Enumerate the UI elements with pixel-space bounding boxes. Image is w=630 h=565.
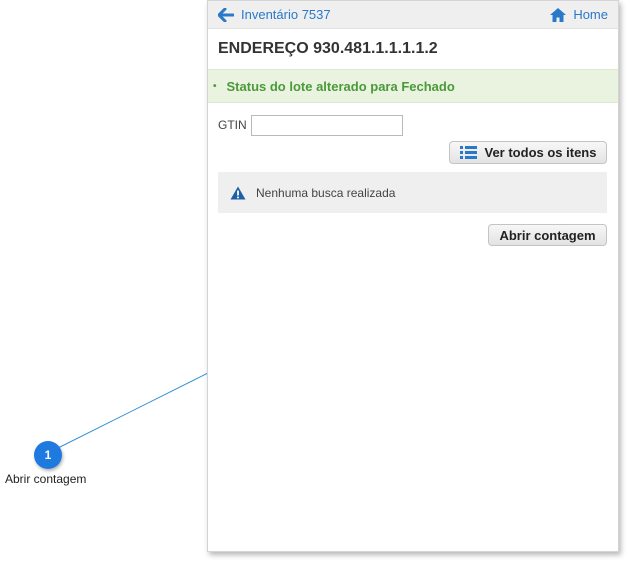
home-icon xyxy=(550,7,567,22)
gtin-row: GTIN xyxy=(208,103,618,137)
status-alert-message: Status do lote alterado para Fechado xyxy=(226,78,455,94)
callout-label: Abrir contagem xyxy=(5,472,87,486)
page-title: ENDEREÇO 930.481.1.1.1.1.2 xyxy=(218,40,438,57)
home-link[interactable]: Home xyxy=(549,7,608,23)
top-navigation-bar: Inventário 7537 Home xyxy=(208,1,618,29)
gtin-label: GTIN xyxy=(218,118,247,132)
mobile-app-panel: Inventário 7537 Home ENDEREÇO 930.481.1.… xyxy=(207,0,619,552)
bullet-icon: • xyxy=(213,80,217,92)
warning-icon xyxy=(230,186,246,199)
info-message-text: Nenhuma busca realizada xyxy=(256,185,396,200)
view-all-items-button[interactable]: Ver todos os itens xyxy=(449,141,607,164)
gtin-input[interactable] xyxy=(250,114,403,136)
open-count-button[interactable]: Abrir contagem xyxy=(488,224,607,246)
back-link-label: Inventário 7537 xyxy=(241,7,331,22)
callout-number-badge: 1 xyxy=(34,441,62,469)
home-link-label: Home xyxy=(573,7,608,22)
arrow-left-icon xyxy=(218,7,234,22)
open-count-label: Abrir contagem xyxy=(499,227,596,243)
view-all-items-label: Ver todos os itens xyxy=(484,145,597,160)
info-message-box: Nenhuma busca realizada xyxy=(218,172,607,213)
list-icon xyxy=(459,146,477,159)
status-alert: • Status do lote alterado para Fechado xyxy=(208,69,618,103)
back-link[interactable]: Inventário 7537 xyxy=(218,7,331,22)
